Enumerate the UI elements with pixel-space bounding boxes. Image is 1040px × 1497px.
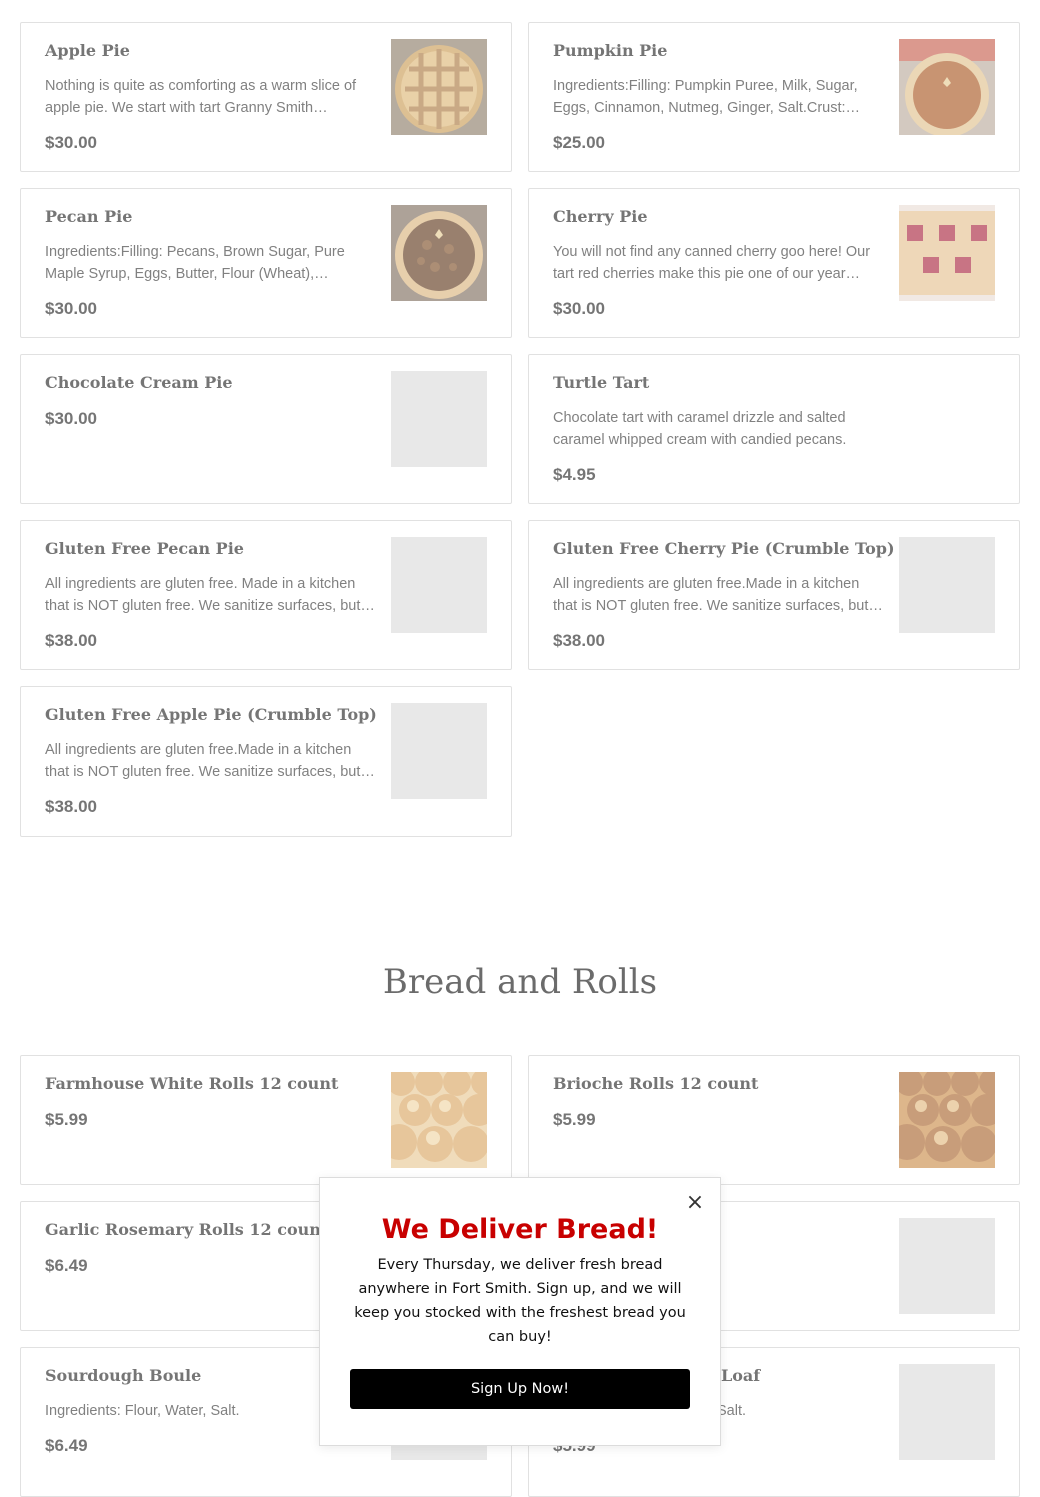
menu-item-card[interactable]: Chocolate Cream Pie $30.00 [20, 354, 512, 504]
cherry-pie-image [899, 205, 995, 301]
item-price: $6.49 [45, 1436, 88, 1455]
image-placeholder [391, 537, 487, 633]
delivery-signup-modal: × We Deliver Bread! Every Thursday, we d… [319, 1177, 721, 1446]
close-icon[interactable]: × [684, 1192, 706, 1214]
apple-pie-image [391, 39, 487, 135]
menu-item-card[interactable]: Farmhouse White Rolls 12 count $5.99 [20, 1055, 512, 1185]
item-name: Pumpkin Pie [553, 41, 668, 60]
image-placeholder [899, 537, 995, 633]
item-description: All ingredients are gluten free.Made in … [45, 742, 375, 780]
item-price: $38.00 [553, 631, 605, 650]
item-price: $6.49 [45, 1256, 88, 1275]
image-placeholder [899, 1364, 995, 1460]
rolls-image [899, 1072, 995, 1168]
menu-item-card[interactable]: Brioche Rolls 12 count $5.99 [528, 1055, 1020, 1185]
item-price: $30.00 [553, 299, 605, 318]
item-price: $25.00 [553, 133, 605, 152]
item-description: Chocolate tart with caramel drizzle and … [553, 410, 847, 448]
item-description: All ingredients are gluten free. Made in… [45, 576, 375, 614]
menu-item-card[interactable]: Apple Pie Nothing is quite as comforting… [20, 22, 512, 172]
modal-headline: We Deliver Bread! [381, 1214, 659, 1245]
item-price: $30.00 [45, 299, 97, 318]
menu-item-card[interactable]: Pumpkin Pie Ingredients:Filling: Pumpkin… [528, 22, 1020, 172]
item-name: Chocolate Cream Pie [45, 373, 233, 392]
menu-item-card[interactable]: Pecan Pie Ingredients:Filling: Pecans, B… [20, 188, 512, 338]
menu-item-card[interactable]: Gluten Free Cherry Pie (Crumble Top) All… [528, 520, 1020, 670]
item-name: Gluten Free Pecan Pie [45, 539, 244, 558]
item-price: $4.95 [553, 465, 596, 484]
menu-item-card[interactable]: Cherry Pie You will not find any canned … [528, 188, 1020, 338]
image-placeholder [899, 1218, 995, 1314]
item-price: $38.00 [45, 797, 97, 816]
pecan-pie-image [391, 205, 487, 301]
modal-body-text: Every Thursday, we deliver fresh bread a… [354, 1257, 686, 1345]
item-name: Gluten Free Cherry Pie (Crumble Top) [553, 539, 895, 558]
item-name: Farmhouse White Rolls 12 count [45, 1074, 339, 1093]
item-name: Turtle Tart [553, 373, 650, 392]
menu-item-card[interactable]: Turtle Tart Chocolate tart with caramel … [528, 354, 1020, 504]
item-price: $30.00 [45, 133, 97, 152]
item-name: Gluten Free Apple Pie (Crumble Top) [45, 705, 377, 724]
item-price: $30.00 [45, 409, 97, 428]
item-price: $38.00 [45, 631, 97, 650]
item-description: All ingredients are gluten free.Made in … [553, 576, 883, 614]
image-placeholder [391, 371, 487, 467]
item-description: Nothing is quite as comforting as a warm… [45, 78, 357, 116]
menu-item-card[interactable]: Gluten Free Pecan Pie All ingredients ar… [20, 520, 512, 670]
item-name: Pecan Pie [45, 207, 133, 226]
item-price: $5.99 [553, 1110, 596, 1129]
rolls-image [391, 1072, 487, 1168]
item-name: Cherry Pie [553, 207, 648, 226]
pumpkin-pie-image [899, 39, 995, 135]
image-placeholder [391, 703, 487, 799]
item-price: $5.99 [45, 1110, 88, 1129]
item-description: Ingredients:Filling: Pumpkin Puree, Milk… [553, 78, 861, 116]
sign-up-button[interactable]: Sign Up Now! [350, 1369, 690, 1409]
section-title: Bread and Rolls [382, 962, 658, 1002]
menu-item-card[interactable]: Gluten Free Apple Pie (Crumble Top) All … [20, 686, 512, 837]
item-description: You will not find any canned cherry goo … [553, 244, 871, 282]
item-name: Apple Pie [45, 41, 130, 60]
item-name: Brioche Rolls 12 count [553, 1074, 759, 1093]
item-description: Salt. [717, 1403, 747, 1419]
item-description: Ingredients:Filling: Pecans, Brown Sugar… [45, 244, 345, 282]
